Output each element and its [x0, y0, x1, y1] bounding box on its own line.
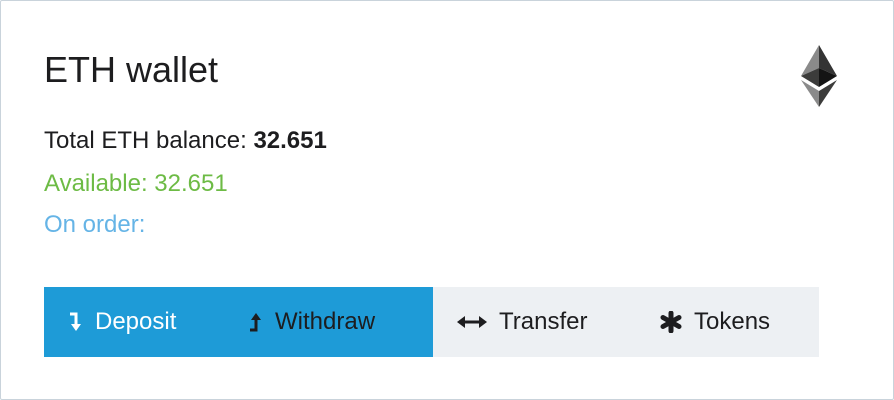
ethereum-icon: [801, 45, 837, 107]
withdraw-label: Withdraw: [275, 308, 376, 335]
asterisk-icon: [660, 311, 682, 333]
total-balance-label: Total ETH balance:: [44, 127, 254, 154]
transfer-button[interactable]: Transfer: [433, 287, 632, 357]
card-title: ETH wallet: [44, 49, 219, 90]
deposit-label: Deposit: [95, 308, 177, 335]
total-balance-value: 32.651: [253, 127, 327, 154]
tokens-button[interactable]: Tokens: [632, 287, 819, 357]
available-balance: Available: 32.651: [44, 170, 228, 197]
withdraw-button[interactable]: Withdraw: [239, 287, 433, 357]
on-order-balance: On order:: [44, 211, 146, 238]
wallet-actions: Deposit Withdraw Transfer Tokens: [44, 287, 819, 357]
total-balance: Total ETH balance: 32.651: [44, 125, 327, 157]
eth-wallet-card: ETH wallet Total ETH balance: 32.651 Ava…: [0, 0, 894, 400]
tokens-label: Tokens: [694, 308, 771, 335]
transfer-label: Transfer: [499, 308, 588, 335]
arrow-up-icon: [249, 312, 263, 332]
arrows-horizontal-icon: [457, 315, 487, 329]
arrow-down-icon: [69, 312, 83, 332]
deposit-button[interactable]: Deposit: [44, 287, 239, 357]
